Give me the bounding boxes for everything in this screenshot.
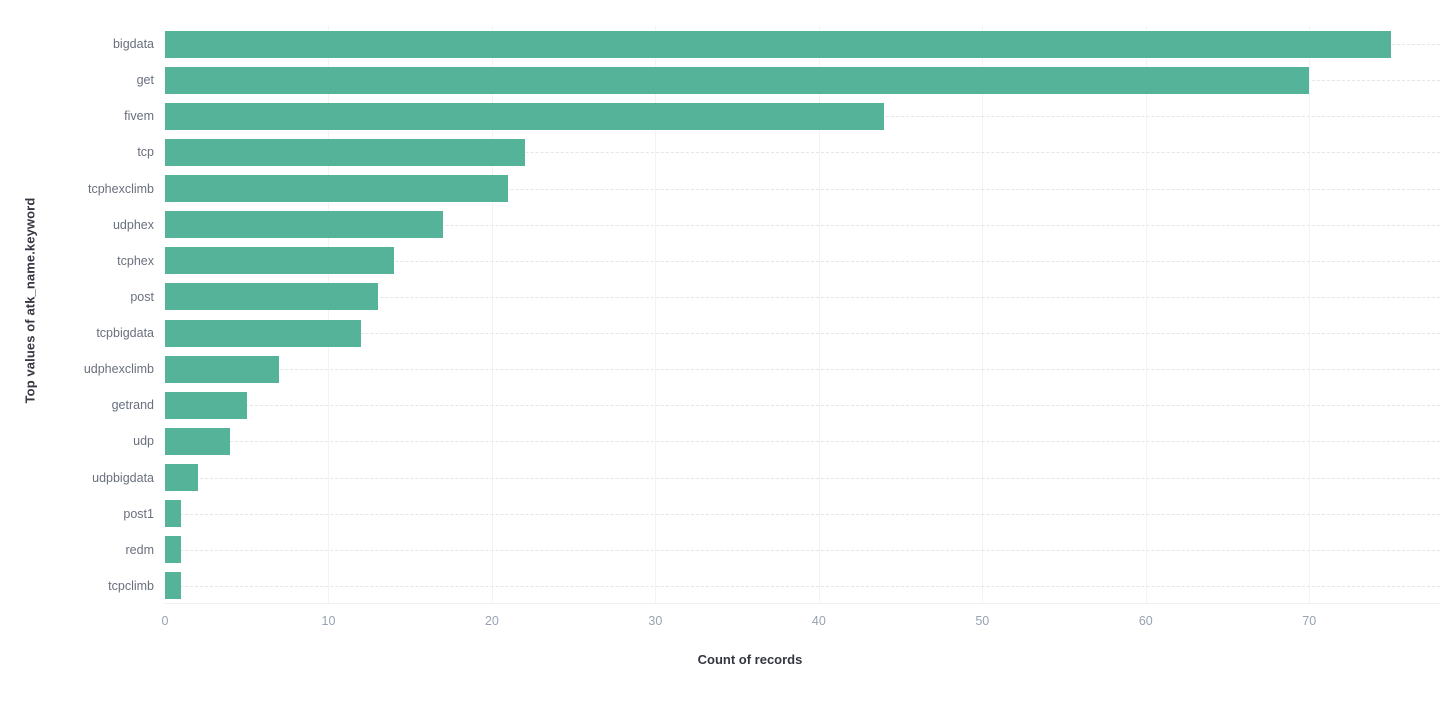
x-axis-tick-label: 20 [484,614,499,628]
bar-rows [165,26,1440,604]
bar-row [165,532,1440,568]
bar-row [165,98,1440,134]
y-axis-tick-label: tcpbigdata [96,326,154,341]
bar[interactable] [165,536,182,564]
y-axis-tick-label: tcpclimb [108,578,154,593]
y-axis-tick-label: tcphex [117,253,154,268]
y-axis-tick-label: udp [133,434,154,449]
bar[interactable] [165,464,198,492]
bar-row [165,171,1440,207]
bar-row [165,207,1440,243]
bar-row [165,387,1440,423]
y-axis-tick-label: post1 [123,506,154,521]
y-axis-tick-label: redm [125,542,154,557]
x-axis-tick-label: 60 [1138,614,1153,628]
plot-area: bigdata get fivem tcp tcphexclimb udphex tcphe… [60,26,1440,604]
horizontal-gridline [165,585,1440,587]
bar[interactable] [165,102,885,130]
bar[interactable] [165,427,231,455]
horizontal-gridline [165,405,1440,407]
x-axis-baseline [165,603,1440,604]
bar[interactable] [165,355,280,383]
bar[interactable] [165,175,509,203]
x-axis-tick-label: 30 [648,614,663,628]
bar[interactable] [165,319,362,347]
x-axis-tick-label: 0 [161,614,169,628]
y-axis-tick-label: get [136,73,154,88]
bar-row [165,568,1440,604]
y-axis-tick-labels: bigdata get fivem tcp tcphexclimb udphex tcphe… [60,26,163,604]
bar[interactable] [165,138,525,166]
y-axis-title: Top values of atk_name.keyword [0,0,60,600]
bar-chart-panel: Top values of atk_name.keyword bigdata ge… [0,0,1440,710]
y-axis-title-label: Top values of atk_name.keyword [22,197,38,403]
y-axis-tick-label: udphex [112,217,154,232]
horizontal-gridline [165,369,1440,371]
y-axis-tick-label: getrand [111,398,154,413]
bar-row [165,315,1440,351]
y-axis-tick-label: post [130,289,154,304]
y-axis-tick-label: udpbigdata [92,470,154,485]
bar-row [165,423,1440,459]
bar[interactable] [165,211,443,239]
y-axis-tick-label: bigdata [112,37,154,52]
bar-row [165,134,1440,170]
bar-row [165,351,1440,387]
horizontal-gridline [165,441,1440,443]
bar-row [165,62,1440,98]
x-axis-tick-label: 50 [975,614,990,628]
horizontal-gridline [165,549,1440,551]
y-axis-tick-label: tcp [137,145,154,160]
bar[interactable] [165,66,1310,94]
horizontal-gridline [165,513,1440,515]
horizontal-gridline [165,477,1440,479]
bar[interactable] [165,500,182,528]
x-axis-tick-labels: 0 10 20 30 40 50 60 70 [161,606,1440,636]
y-axis-tick-label: fivem [124,109,154,124]
bar-row [165,279,1440,315]
bars-area [165,26,1440,604]
y-axis-tick-label: tcphexclimb [88,181,154,196]
x-axis-tick-label: 70 [1302,614,1317,628]
bar[interactable] [165,247,394,275]
bar[interactable] [165,30,1391,58]
x-axis-tick-label: 40 [811,614,826,628]
x-axis-tick-label: 10 [321,614,336,628]
bar[interactable] [165,572,182,600]
bar-row [165,460,1440,496]
bar-row [165,243,1440,279]
bar[interactable] [165,391,247,419]
x-axis-title: Count of records [697,652,803,667]
bar-row [165,496,1440,532]
bar[interactable] [165,283,378,311]
bar-row [165,26,1440,62]
y-axis-tick-label: udphexclimb [83,362,154,377]
